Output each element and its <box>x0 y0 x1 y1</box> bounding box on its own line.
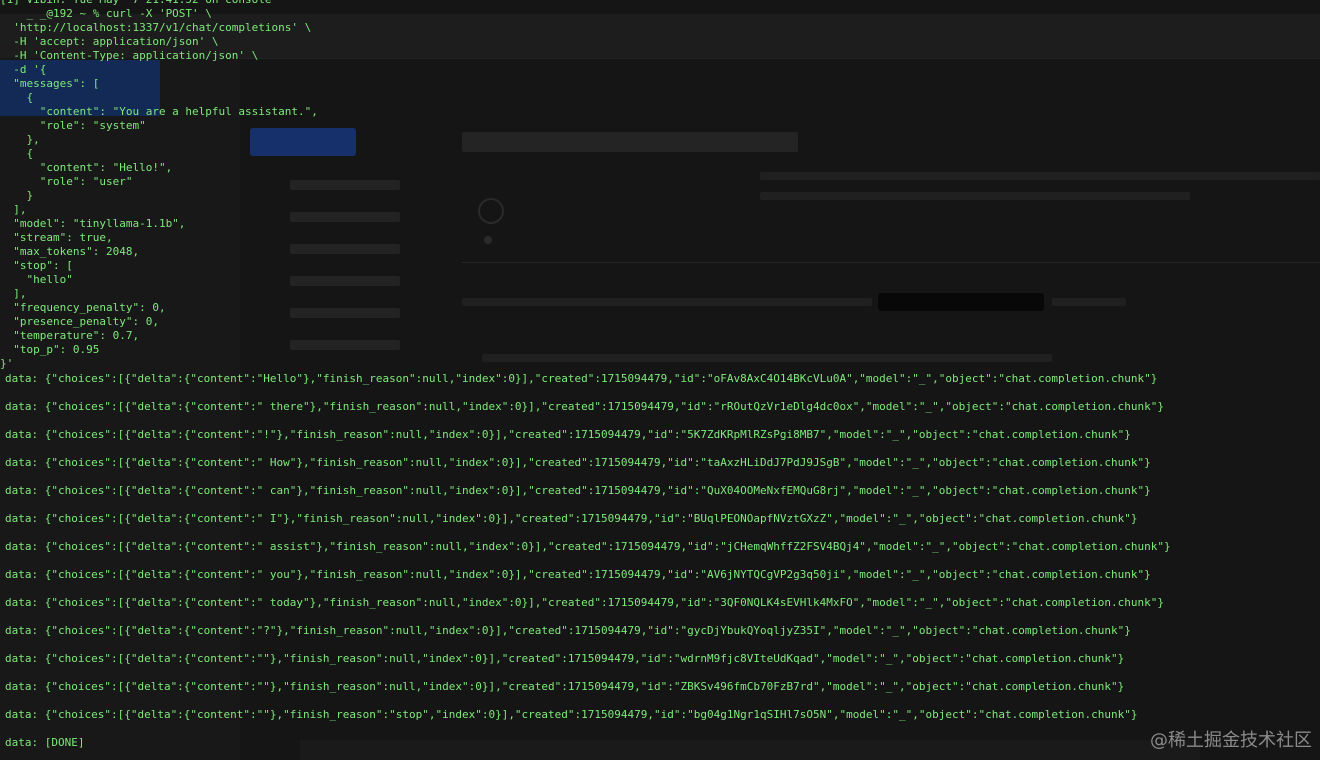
terminal-command-line: "stop": [ <box>0 259 73 272</box>
terminal-command-line: "content": "You are a helpful assistant.… <box>0 105 318 118</box>
terminal-command-line: "frequency_penalty": 0, <box>0 301 166 314</box>
terminal-command-line: { <box>0 147 34 160</box>
terminal-command-line: -H 'accept: application/json' \ <box>0 35 219 48</box>
terminal-command-line: ], <box>0 287 27 300</box>
terminal-output-line: data: {"choices":[{"delta":{"content":" … <box>5 400 1164 413</box>
terminal-command-line: "stream": true, <box>0 231 113 244</box>
terminal-command-line: "presence_penalty": 0, <box>0 315 159 328</box>
terminal-command-line: "max_tokens": 2048, <box>0 245 140 258</box>
terminal-command-line: "role": "system" <box>0 119 146 132</box>
terminal-output-line: data: {"choices":[{"delta":{"content":" … <box>5 540 1171 553</box>
terminal-output-line: data: {"choices":[{"delta":{"content":" … <box>5 512 1138 525</box>
terminal-output-line: data: {"choices":[{"delta":{"content":"!… <box>5 428 1131 441</box>
terminal-command-line: "content": "Hello!", <box>0 161 173 174</box>
terminal-command-line: } <box>0 189 34 202</box>
watermark: @稀土掘金技术社区 <box>1150 730 1312 751</box>
terminal-command-line: -d '{ <box>0 63 47 76</box>
terminal-command-line: _ _@192 ~ % curl -X 'POST' \ <box>0 7 212 20</box>
terminal-output-line: data: {"choices":[{"delta":{"content":"H… <box>5 372 1158 385</box>
terminal-command-line: "role": "user" <box>0 175 133 188</box>
terminal-output-line: data: {"choices":[{"delta":{"content":" … <box>5 568 1151 581</box>
terminal-command-line: }' <box>0 357 14 370</box>
terminal-command-line: -H 'Content-Type: application/json' \ <box>0 49 259 62</box>
terminal-output-line: data: [DONE] <box>5 736 85 749</box>
terminal-output-line: data: {"choices":[{"delta":{"content":" … <box>5 596 1164 609</box>
screen: [1] Vibin: Tue May 7 21:41:52 on console… <box>0 0 1320 760</box>
terminal-command-line: [1] Vibin: Tue May 7 21:41:52 on console <box>0 0 272 7</box>
terminal-command-line: "messages": [ <box>0 77 100 90</box>
terminal-command-line: 'http://localhost:1337/v1/chat/completio… <box>0 21 312 34</box>
terminal-output-line: data: {"choices":[{"delta":{"content":" … <box>5 456 1151 469</box>
terminal-command-line: "top_p": 0.95 <box>0 343 100 356</box>
terminal-command-line: }, <box>0 133 40 146</box>
terminal-output-line: data: {"choices":[{"delta":{"content":" … <box>5 484 1151 497</box>
terminal-output-line: data: {"choices":[{"delta":{"content":"?… <box>5 624 1131 637</box>
terminal-command-line: { <box>0 91 34 104</box>
terminal-window[interactable]: [1] Vibin: Tue May 7 21:41:52 on console… <box>0 0 1320 760</box>
terminal-command-line: "hello" <box>0 273 73 286</box>
terminal-output-line: data: {"choices":[{"delta":{"content":""… <box>5 652 1125 665</box>
terminal-command-line: "model": "tinyllama-1.1b", <box>0 217 186 230</box>
terminal-output-line: data: {"choices":[{"delta":{"content":""… <box>5 680 1125 693</box>
terminal-command-line: "temperature": 0.7, <box>0 329 140 342</box>
terminal-output-line: data: {"choices":[{"delta":{"content":""… <box>5 708 1138 721</box>
terminal-command-line: ], <box>0 203 27 216</box>
